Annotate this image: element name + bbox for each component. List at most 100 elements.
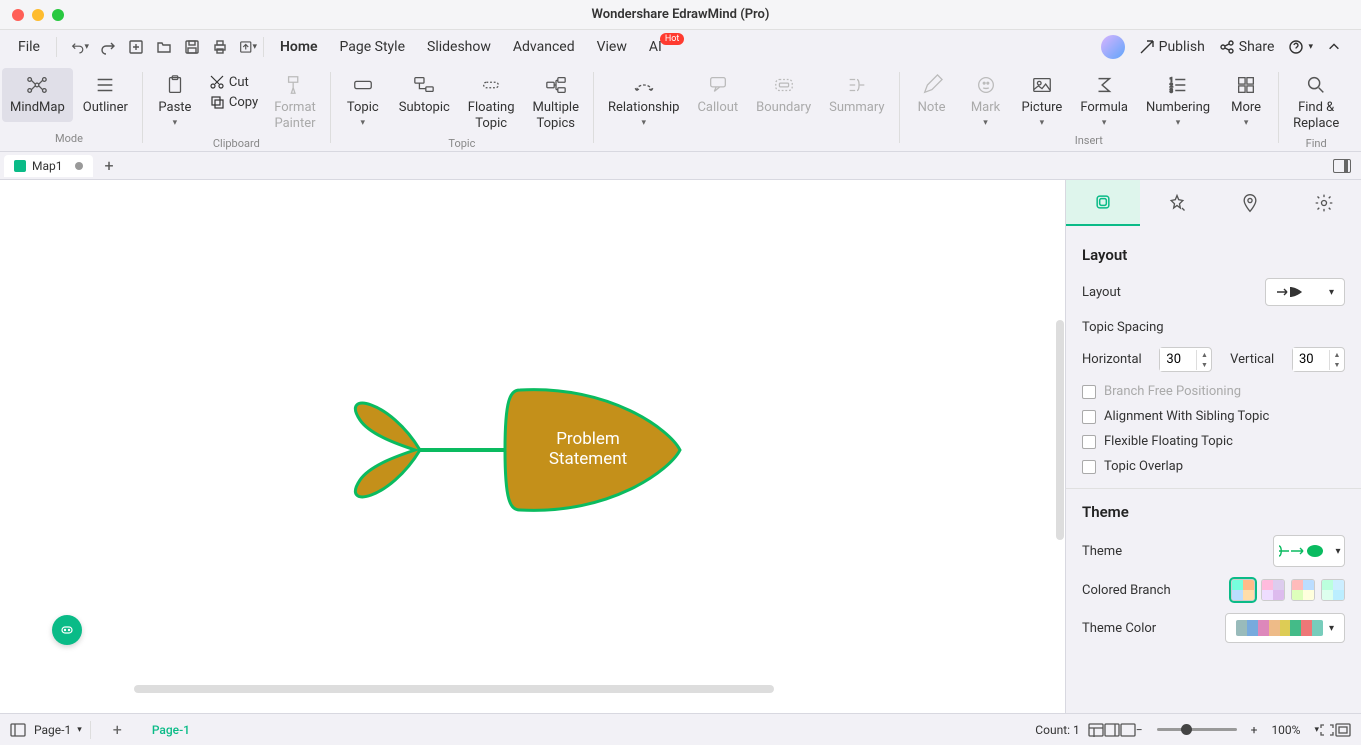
boundary-button[interactable]: Boundary xyxy=(748,68,819,134)
subtopic-button[interactable]: Subtopic xyxy=(391,68,458,137)
branch-color-2[interactable] xyxy=(1261,579,1285,601)
copy-button[interactable]: Copy xyxy=(209,94,258,110)
save-button[interactable] xyxy=(183,38,201,56)
export-button[interactable]: ▾ xyxy=(239,38,257,56)
numbering-icon: 123 xyxy=(1167,74,1189,96)
floating-topic-button[interactable]: Floating Topic xyxy=(460,68,523,137)
note-button[interactable]: Note xyxy=(906,68,958,134)
cut-button[interactable]: Cut xyxy=(209,74,258,90)
layout-label: Layout xyxy=(1082,285,1121,300)
canvas-vertical-scrollbar[interactable] xyxy=(1056,320,1064,540)
view-mode-2[interactable] xyxy=(1104,723,1120,737)
side-tab-style[interactable] xyxy=(1140,180,1214,226)
find-replace-button[interactable]: Find & Replace xyxy=(1285,68,1347,137)
zoom-level[interactable]: 100% xyxy=(1271,723,1300,737)
minimize-window-button[interactable] xyxy=(32,9,44,21)
side-panel-tabs xyxy=(1066,180,1361,226)
zoom-out-button[interactable]: − xyxy=(1136,723,1143,737)
outliner-mode-button[interactable]: Outliner xyxy=(75,68,136,122)
new-tab-button[interactable]: + xyxy=(105,156,114,175)
view-mode-3[interactable] xyxy=(1120,723,1136,737)
side-tab-icon[interactable] xyxy=(1214,180,1288,226)
page-panel-toggle[interactable] xyxy=(10,723,26,737)
home-menu[interactable]: Home xyxy=(270,35,328,59)
page-dropdown[interactable]: Page-1▾ xyxy=(26,721,91,739)
outliner-icon xyxy=(94,74,116,96)
new-button[interactable] xyxy=(127,38,145,56)
side-tab-settings[interactable] xyxy=(1287,180,1361,226)
horizontal-label: Horizontal xyxy=(1082,352,1142,367)
summary-button[interactable]: Summary xyxy=(821,68,892,134)
topic-icon xyxy=(352,74,374,96)
fullscreen-button[interactable] xyxy=(1335,723,1351,737)
topic-spacing-label: Topic Spacing xyxy=(1082,320,1345,335)
topic-button[interactable]: Topic▾ xyxy=(337,68,389,137)
page-style-menu[interactable]: Page Style xyxy=(330,35,415,59)
topic-overlap-checkbox[interactable]: Topic Overlap xyxy=(1082,459,1345,474)
side-tab-layout[interactable] xyxy=(1066,180,1140,226)
undo-button[interactable]: ▾ xyxy=(71,38,89,56)
help-button[interactable]: ▾ xyxy=(1288,39,1313,55)
ribbon-group-relationship: Relationship▾ Callout Boundary Summary xyxy=(598,64,895,151)
paste-button[interactable]: Paste▾ xyxy=(149,68,201,137)
theme-section-title: Theme xyxy=(1082,503,1345,521)
paste-icon xyxy=(164,74,186,96)
horizontal-spacing-input[interactable]: ▲▼ xyxy=(1159,347,1212,372)
collapse-ribbon-button[interactable] xyxy=(1327,40,1341,54)
print-button[interactable] xyxy=(211,38,229,56)
document-tab-map1[interactable]: Map1 xyxy=(4,155,93,177)
picture-button[interactable]: Picture▾ xyxy=(1014,68,1071,134)
relationship-button[interactable]: Relationship▾ xyxy=(600,68,687,134)
branch-color-4[interactable] xyxy=(1321,579,1345,601)
zoom-slider[interactable] xyxy=(1157,728,1237,731)
advanced-menu[interactable]: Advanced xyxy=(503,35,585,59)
toggle-panel-button[interactable] xyxy=(1333,159,1351,173)
svg-text:Statement: Statement xyxy=(549,449,627,469)
canvas-horizontal-scrollbar[interactable] xyxy=(134,685,774,693)
mark-button[interactable]: Mark▾ xyxy=(960,68,1012,134)
count-indicator: Count: 1 xyxy=(1035,723,1079,737)
theme-dropdown[interactable]: ▾ xyxy=(1273,535,1345,567)
open-button[interactable] xyxy=(155,38,173,56)
vertical-spacing-input[interactable]: ▲▼ xyxy=(1292,347,1345,372)
branch-color-1[interactable] xyxy=(1231,579,1255,601)
multiple-topics-button[interactable]: Multiple Topics xyxy=(525,68,587,137)
fit-screen-button[interactable] xyxy=(1319,723,1335,737)
mindmap-mode-button[interactable]: MindMap xyxy=(2,68,73,122)
formula-button[interactable]: Formula▾ xyxy=(1072,68,1136,134)
slideshow-menu[interactable]: Slideshow xyxy=(417,35,501,59)
theme-color-dropdown[interactable]: ▾ xyxy=(1225,613,1345,643)
align-sibling-checkbox[interactable]: Alignment With Sibling Topic xyxy=(1082,409,1345,424)
canvas[interactable]: Problem Statement xyxy=(0,180,1065,713)
view-menu[interactable]: View xyxy=(587,35,637,59)
view-mode-1[interactable] xyxy=(1088,723,1104,737)
share-button[interactable]: Share xyxy=(1219,39,1275,55)
format-painter-button[interactable]: Format Painter xyxy=(266,68,324,137)
publish-button[interactable]: Publish xyxy=(1139,39,1205,55)
doc-icon xyxy=(14,160,26,172)
add-page-button[interactable]: + xyxy=(113,720,122,739)
summary-icon xyxy=(846,74,868,96)
page-tab-1[interactable]: Page-1 xyxy=(134,719,208,741)
file-menu[interactable]: File xyxy=(8,35,50,59)
redo-button[interactable] xyxy=(99,38,117,56)
ribbon-group-topic: Topic▾ Subtopic Floating Topic Multiple … xyxy=(335,64,589,151)
branch-color-3[interactable] xyxy=(1291,579,1315,601)
main-area: Problem Statement Layout Layout ▾ Topic … xyxy=(0,180,1361,713)
side-panel: Layout Layout ▾ Topic Spacing Horizontal… xyxy=(1065,180,1361,713)
user-avatar[interactable] xyxy=(1101,35,1125,59)
ribbon: MindMap Outliner Mode Paste▾ Cut Copy Fo… xyxy=(0,64,1361,152)
picture-icon xyxy=(1031,74,1053,96)
layout-dropdown[interactable]: ▾ xyxy=(1265,278,1345,306)
central-topic-text[interactable]: Problem xyxy=(556,429,620,449)
zoom-in-button[interactable]: + xyxy=(1251,723,1258,737)
callout-icon xyxy=(707,74,729,96)
close-window-button[interactable] xyxy=(12,9,24,21)
ai-chat-button[interactable] xyxy=(52,615,82,645)
flexible-floating-checkbox[interactable]: Flexible Floating Topic xyxy=(1082,434,1345,449)
callout-button[interactable]: Callout xyxy=(689,68,746,134)
numbering-button[interactable]: 123Numbering▾ xyxy=(1138,68,1218,134)
more-button[interactable]: More▾ xyxy=(1220,68,1272,134)
maximize-window-button[interactable] xyxy=(52,9,64,21)
ai-menu[interactable]: AIHot xyxy=(639,35,698,59)
